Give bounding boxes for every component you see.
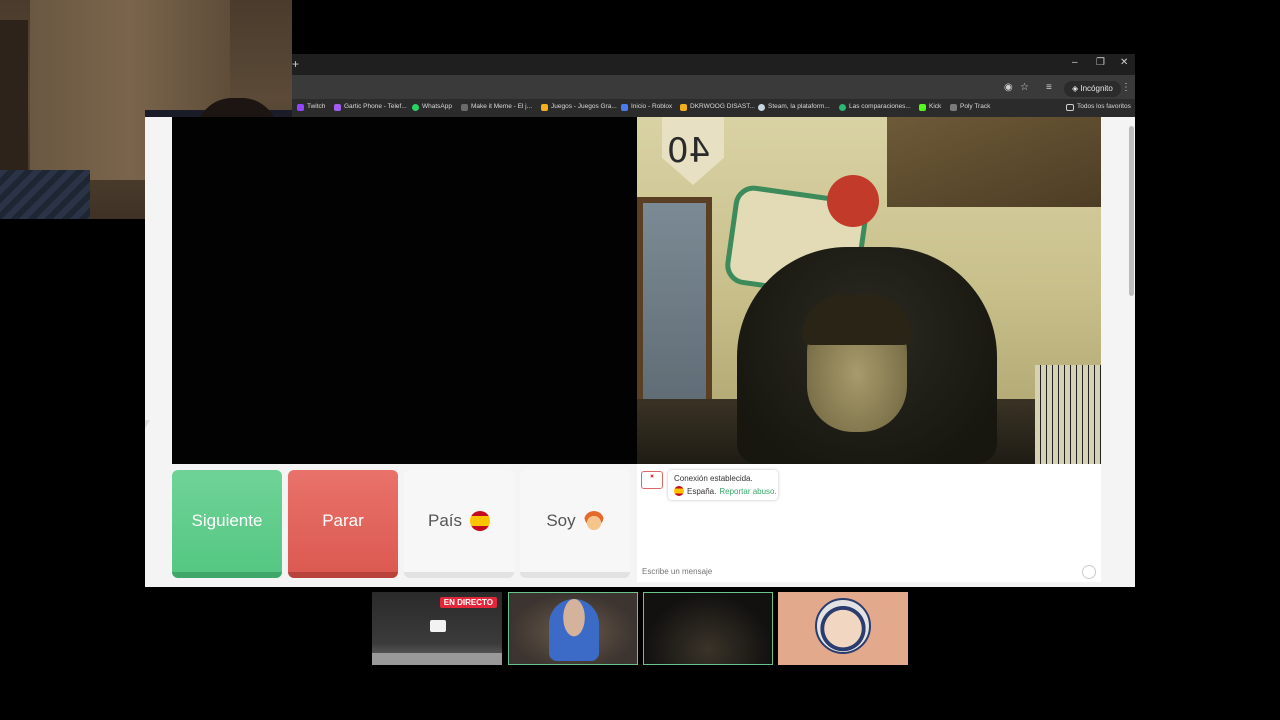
country-filter-button[interactable]: País (404, 470, 514, 578)
bookmark-whatsapp[interactable]: WhatsApp (412, 101, 452, 113)
country-line: España. Reportar abuso. (674, 486, 777, 496)
remote-wall-number: 40 (667, 131, 711, 171)
stop-button-label: Parar (322, 511, 364, 530)
eye-off-icon[interactable]: ◉ (1004, 82, 1013, 93)
bookmark-dkrwoog[interactable]: DKRWOOG DISAST... (680, 101, 755, 113)
cam-background-shelf (0, 20, 28, 180)
page-scrollbar-thumb[interactable] (1129, 126, 1134, 296)
kick-icon (919, 103, 926, 111)
tab-strip: + – ❐ ✕ (292, 54, 1135, 75)
live-badge: EN DIRECTO (439, 597, 497, 608)
remote-wall-disc (827, 175, 879, 227)
comparaciones-icon (839, 103, 846, 111)
remote-video-feed: 40 (637, 117, 1101, 464)
crown-icon (541, 103, 548, 111)
remote-piano-keys (1035, 365, 1101, 464)
soy-button-label: Soy (546, 511, 576, 530)
whatsapp-icon (412, 103, 419, 111)
local-video-feed (172, 117, 637, 464)
boy-emoji-icon (583, 511, 604, 531)
gender-select-button[interactable]: Soy (520, 470, 630, 578)
minimize-button[interactable]: – (1072, 57, 1078, 68)
bookmark-kick[interactable]: Kick (919, 101, 941, 113)
thumbnail-bottom-bar (372, 653, 502, 665)
spain-flag-icon (674, 486, 684, 496)
star-icon[interactable]: ☆ (1020, 82, 1029, 93)
avatar (815, 598, 871, 654)
cam-background-bed (0, 170, 90, 219)
folder-icon (1066, 103, 1074, 111)
menu-kebab-icon[interactable]: ⋮ (1121, 82, 1131, 93)
thumbnail-player-card[interactable] (508, 592, 638, 665)
tab-search-icon[interactable]: ≡ (1046, 82, 1052, 93)
bookmark-comparaciones[interactable]: Las comparaciones... (839, 101, 911, 113)
bookmark-make-it-meme[interactable]: Make it Meme - El j... (461, 101, 532, 113)
thumbnail-avatar-card[interactable] (778, 592, 908, 665)
close-window-button[interactable]: ✕ (1120, 57, 1128, 68)
emoji-icon[interactable] (1082, 565, 1096, 579)
bookmark-juegos[interactable]: Juegos - Juegos Gra... (541, 101, 617, 113)
report-abuse-link[interactable]: Reportar abuso. (719, 487, 776, 496)
remote-window (637, 197, 712, 427)
remote-person-headphones (802, 295, 912, 345)
roblox-icon (621, 103, 628, 111)
restore-button[interactable]: ❐ (1096, 57, 1105, 68)
thumbnail-live-stream[interactable]: EN DIRECTO (372, 592, 502, 665)
thumbnail-person (549, 599, 599, 661)
twitch-icon (297, 103, 304, 111)
new-tab-button[interactable]: + (292, 57, 299, 71)
bookmark-gartic-phone[interactable]: Gartic Phone - Telef... (334, 101, 407, 113)
next-button-label: Siguiente (191, 511, 263, 530)
screen-share-icon (430, 620, 446, 632)
incognito-indicator[interactable]: ◈ Incógnito (1064, 81, 1121, 97)
poly-track-icon (950, 103, 957, 111)
chat-message-input[interactable] (637, 563, 1101, 579)
bookmark-poly-track[interactable]: Poly Track (950, 101, 990, 113)
incognito-label: Incógnito (1080, 84, 1113, 93)
next-button[interactable]: Siguiente (172, 470, 282, 578)
system-message: Conexión establecida. España. Reportar a… (668, 470, 778, 500)
spain-flag-icon (470, 511, 491, 531)
remote-ceiling (887, 117, 1101, 207)
make-it-meme-icon (461, 103, 468, 111)
all-favorites-folder[interactable]: Todos los favoritos (1066, 101, 1131, 113)
site-logo-icon: ▣ (641, 471, 663, 489)
steam-icon (758, 103, 765, 111)
stranger-country-text: España. (687, 486, 717, 496)
mouse-cursor-icon (145, 420, 150, 429)
stop-button[interactable]: Parar (288, 470, 398, 578)
gartic-phone-icon (334, 103, 341, 111)
bookmark-twitch[interactable]: Twitch (297, 101, 325, 113)
bookmark-steam[interactable]: Steam, la plataform... (758, 101, 830, 113)
bookmark-roblox[interactable]: Inicio - Roblox (621, 101, 672, 113)
country-button-label: País (427, 511, 463, 530)
crown-icon (680, 103, 687, 111)
connection-status-text: Conexión establecida. (674, 474, 753, 483)
thumbnail-dark-video[interactable] (643, 592, 773, 665)
